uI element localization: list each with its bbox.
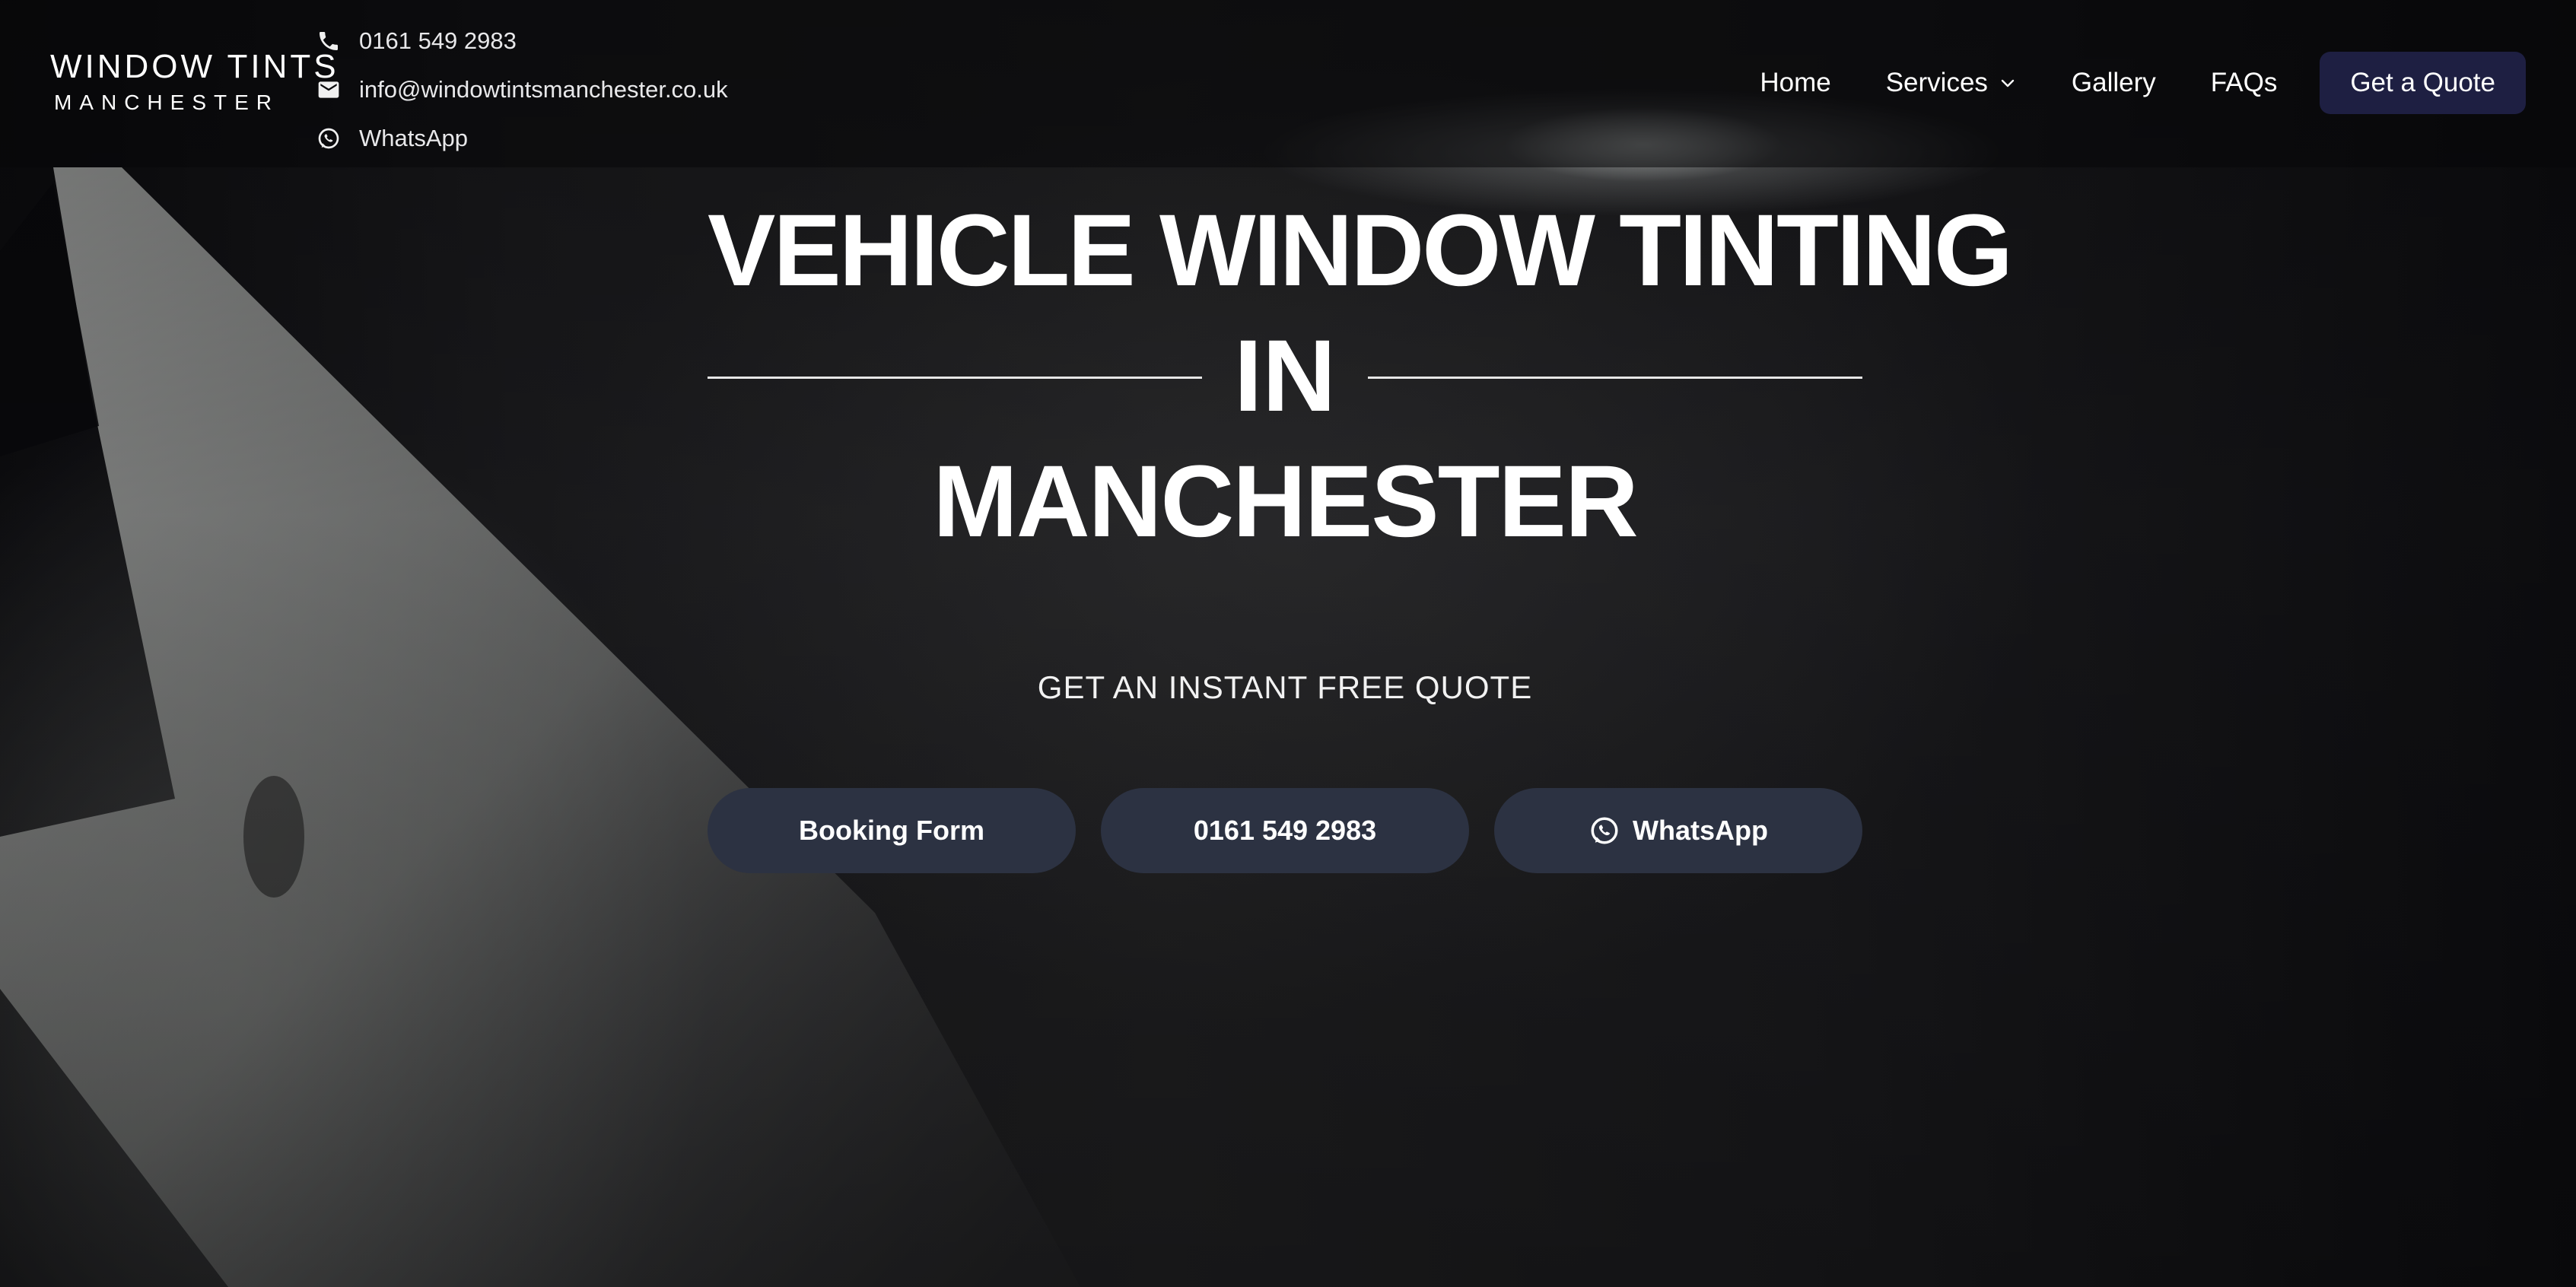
chevron-down-icon: [2001, 79, 2015, 87]
divider-right: [1368, 377, 1862, 379]
contact-phone-link[interactable]: 0161 549 2983: [315, 17, 728, 65]
hero-title-line-2: IN: [708, 312, 1862, 441]
nav-services-label: Services: [1885, 68, 1988, 97]
hero-title-line-1: VEHICLE WINDOW TINTING: [708, 194, 2013, 307]
logo-title: WINDOW TINTS: [50, 48, 339, 85]
logo-subtitle: MANCHESTER: [53, 91, 279, 114]
divider-left: [708, 377, 1202, 379]
contact-whatsapp-link[interactable]: WhatsApp: [315, 114, 728, 163]
call-phone-button[interactable]: 0161 549 2983: [1101, 788, 1469, 873]
main-nav: Home Services Gallery FAQs Get a Quote: [1705, 52, 2526, 114]
booking-form-button[interactable]: Booking Form: [708, 788, 1076, 873]
whatsapp-button[interactable]: WhatsApp: [1494, 788, 1862, 873]
contact-email-link[interactable]: info@windowtintsmanchester.co.uk: [315, 65, 728, 114]
whatsapp-button-label: WhatsApp: [1633, 815, 1768, 846]
contact-whatsapp-text: WhatsApp: [359, 125, 469, 151]
contact-email-text: info@windowtintsmanchester.co.uk: [359, 76, 728, 103]
hero-title-in: IN: [1234, 319, 1336, 433]
site-logo[interactable]: WINDOW TINTS MANCHESTER: [50, 47, 339, 116]
contact-list: 0161 549 2983 info@windowtintsmanchester…: [315, 17, 728, 163]
nav-home[interactable]: Home: [1760, 68, 1830, 98]
site-header: WINDOW TINTS MANCHESTER 0161 549 2983 in…: [0, 0, 2576, 167]
whatsapp-icon: [1591, 817, 1618, 844]
nav-faqs[interactable]: FAQs: [2211, 68, 2278, 98]
nav-services[interactable]: Services: [1886, 68, 2017, 98]
hero-heading: VEHICLE WINDOW TINTING IN MANCHESTER: [708, 190, 2013, 563]
cta-buttons: Booking Form 0161 549 2983 WhatsApp: [708, 788, 1862, 873]
nav-gallery[interactable]: Gallery: [2072, 68, 2156, 98]
hero-title-line-3: MANCHESTER: [933, 445, 1638, 558]
hero-subheading: GET AN INSTANT FREE QUOTE: [1037, 669, 1533, 705]
whatsapp-icon: [315, 125, 342, 152]
contact-phone-text: 0161 549 2983: [359, 27, 517, 54]
page: WINDOW TINTS MANCHESTER 0161 549 2983 in…: [0, 0, 2576, 1287]
get-quote-button[interactable]: Get a Quote: [2320, 52, 2526, 114]
email-icon: [315, 76, 342, 103]
phone-icon: [315, 27, 342, 55]
